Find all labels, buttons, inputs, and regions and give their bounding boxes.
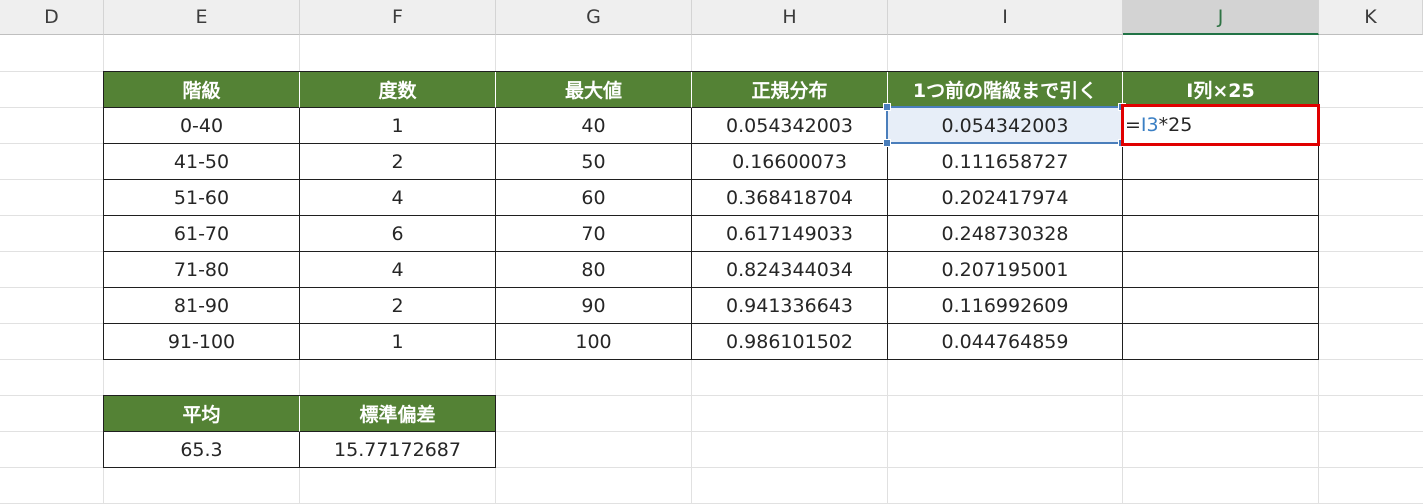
- column-header-j[interactable]: J: [1123, 0, 1319, 35]
- header-cell-normal-dist[interactable]: 正規分布: [692, 72, 888, 108]
- stddev-value-cell[interactable]: 15.77172687: [300, 432, 496, 468]
- table-cell[interactable]: 0.824344034: [692, 252, 888, 288]
- table-cell[interactable]: 0.941336643: [692, 288, 888, 324]
- column-header-i[interactable]: I: [888, 0, 1123, 35]
- header-cell-class[interactable]: 階級: [104, 72, 300, 108]
- header-cell-frequency[interactable]: 度数: [300, 72, 496, 108]
- table-cell[interactable]: 4: [300, 252, 496, 288]
- table-cell[interactable]: 1: [300, 324, 496, 360]
- table-cell[interactable]: 90: [496, 288, 692, 324]
- table-cell[interactable]: 0.111658727: [888, 144, 1123, 180]
- table-cell[interactable]: [1123, 144, 1319, 180]
- header-cell-stddev[interactable]: 標準偏差: [300, 396, 496, 432]
- table-cell[interactable]: 0.248730328: [888, 216, 1123, 252]
- table-cell[interactable]: [1123, 252, 1319, 288]
- table-cell[interactable]: 0.054342003: [692, 108, 888, 144]
- table-cell[interactable]: 70: [496, 216, 692, 252]
- table-cell[interactable]: 2: [300, 288, 496, 324]
- mean-value-cell[interactable]: 65.3: [104, 432, 300, 468]
- table-cell[interactable]: 60: [496, 180, 692, 216]
- table-cell[interactable]: [1123, 180, 1319, 216]
- table-cell[interactable]: 0.617149033: [692, 216, 888, 252]
- active-cell-editor-j3[interactable]: = I3 *25: [1121, 104, 1320, 146]
- table-cell[interactable]: 91-100: [104, 324, 300, 360]
- table-cell[interactable]: [1123, 216, 1319, 252]
- table-cell[interactable]: 0.16600073: [692, 144, 888, 180]
- header-cell-diff[interactable]: 1つ前の階級まで引く: [888, 72, 1123, 108]
- table-cell[interactable]: 0.986101502: [692, 324, 888, 360]
- table-cell[interactable]: [1123, 324, 1319, 360]
- table-cell[interactable]: 61-70: [104, 216, 300, 252]
- header-cell-times-25[interactable]: I列×25: [1123, 72, 1319, 108]
- table-cell[interactable]: [1123, 288, 1319, 324]
- table-cell[interactable]: 4: [300, 180, 496, 216]
- table-cell[interactable]: 6: [300, 216, 496, 252]
- spreadsheet: D E F G H I J K 階級 度数 最大値 正規分布 1つ前の階級まで引…: [0, 0, 1423, 504]
- table-cell[interactable]: 0.368418704: [692, 180, 888, 216]
- column-header-h[interactable]: H: [692, 0, 888, 35]
- table-cell[interactable]: 50: [496, 144, 692, 180]
- table-cell[interactable]: 0-40: [104, 108, 300, 144]
- header-cell-mean[interactable]: 平均: [104, 396, 300, 432]
- header-cell-max[interactable]: 最大値: [496, 72, 692, 108]
- table-cell[interactable]: 51-60: [104, 180, 300, 216]
- table-cell[interactable]: 80: [496, 252, 692, 288]
- column-header-g[interactable]: G: [496, 0, 692, 35]
- column-header-d[interactable]: D: [0, 0, 104, 35]
- formula-reference: I3: [1140, 114, 1159, 136]
- table-cell[interactable]: 81-90: [104, 288, 300, 324]
- table-cell[interactable]: 0.207195001: [888, 252, 1123, 288]
- table-cell[interactable]: 41-50: [104, 144, 300, 180]
- column-header-k[interactable]: K: [1319, 0, 1423, 35]
- formula-suffix: *25: [1158, 114, 1193, 136]
- column-header-f[interactable]: F: [300, 0, 496, 35]
- column-header-e[interactable]: E: [104, 0, 300, 35]
- table-cell[interactable]: 100: [496, 324, 692, 360]
- table-cell[interactable]: 71-80: [104, 252, 300, 288]
- table-cell[interactable]: 1: [300, 108, 496, 144]
- table-cell[interactable]: 0.116992609: [888, 288, 1123, 324]
- table-cell[interactable]: 2: [300, 144, 496, 180]
- table-cell[interactable]: 0.202417974: [888, 180, 1123, 216]
- table-cell[interactable]: 0.044764859: [888, 324, 1123, 360]
- referenced-cell-i3[interactable]: 0.054342003: [888, 108, 1123, 144]
- formula-equals: =: [1125, 114, 1141, 136]
- table-cell[interactable]: 40: [496, 108, 692, 144]
